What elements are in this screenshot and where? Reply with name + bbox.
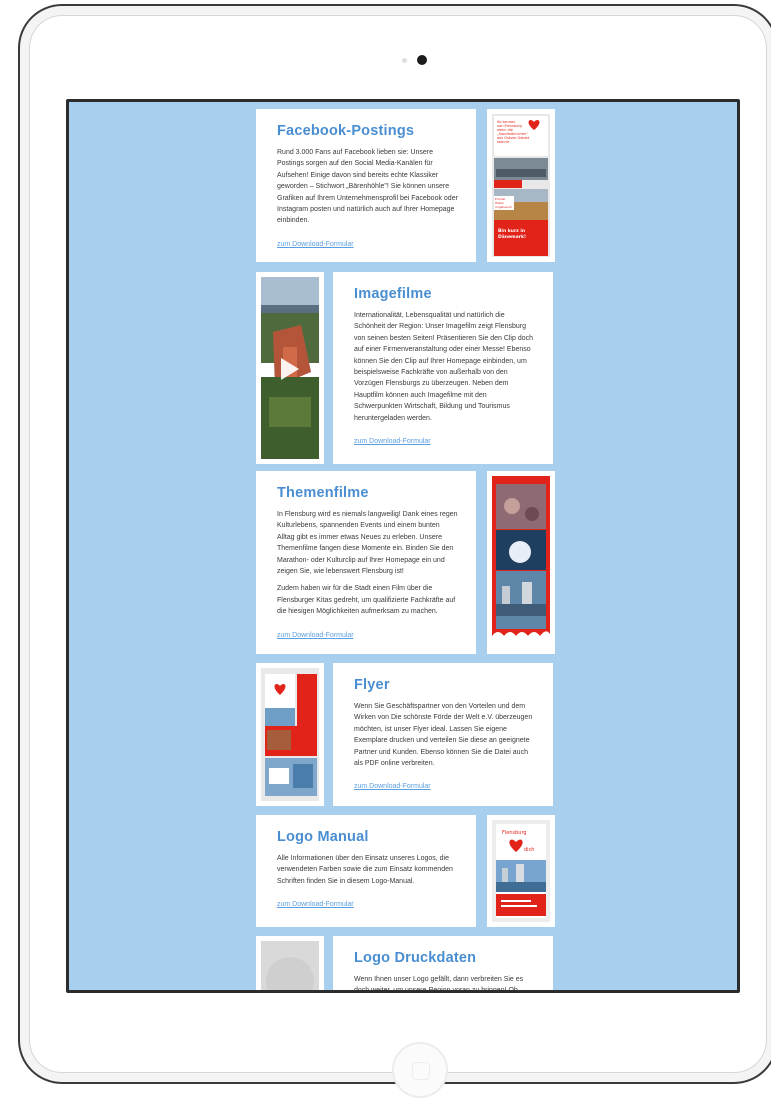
- section-flyer: Flyer Wenn Sie Geschäftspartner von den …: [333, 663, 553, 806]
- film-strip-collage-icon: [492, 476, 550, 649]
- download-form-link[interactable]: zum Download-Formular: [354, 438, 431, 445]
- section-text: Rund 3.000 Fans auf Facebook lieben sie:…: [277, 149, 458, 225]
- facebook-postings-thumbnail[interactable]: So kennen von Flensburg wenn die „Sandmä…: [487, 109, 555, 262]
- section-title: Facebook-Postings: [277, 123, 415, 139]
- section-title: Imagefilme: [354, 286, 432, 302]
- flyer-thumbnail[interactable]: [256, 663, 324, 806]
- logo-manual-thumbnail[interactable]: Flensburg dich: [487, 815, 555, 927]
- section-title: Logo Druckdaten: [354, 950, 477, 966]
- front-sensor: [402, 58, 407, 63]
- logo-manual-cover-icon: Flensburg dich: [492, 820, 550, 922]
- download-form-link[interactable]: zum Download-Formular: [277, 632, 354, 639]
- logo-druckdaten-thumbnail[interactable]: [256, 936, 324, 990]
- home-button[interactable]: [392, 1042, 448, 1098]
- thumb-bottom-line-1: Bin kurz in: [498, 228, 525, 234]
- section-title: Flyer: [354, 677, 390, 693]
- tablet-screen[interactable]: Facebook-Postings Rund 3.000 Fans auf Fa…: [66, 99, 740, 993]
- section-title: Themenfilme: [277, 485, 369, 501]
- section-logo-manual: Logo Manual Alle Informationen über den …: [256, 815, 476, 927]
- flyer-stack-icon: [261, 668, 319, 801]
- logo-text-line-1: Flensburg: [502, 830, 527, 836]
- section-facebook-postings: Facebook-Postings Rund 3.000 Fans auf Fa…: [256, 109, 476, 262]
- social-post-collage-icon: So kennen von Flensburg wenn die „Sandmä…: [492, 114, 550, 257]
- section-imagefilme: Imagefilme Internationalität, Lebensqual…: [333, 272, 553, 464]
- section-text: In Flensburg wird es niemals langweilig!…: [277, 511, 458, 576]
- themenfilme-thumbnail[interactable]: [487, 471, 555, 654]
- thumb-bottom-line-2: Dänemark!: [498, 234, 526, 240]
- thumb-mid-line-3: ringsherum: [495, 205, 512, 209]
- section-text: Wenn Sie Geschäftspartner von den Vortei…: [354, 703, 533, 768]
- thumb-top-line-6: kommt: [497, 140, 510, 144]
- download-form-link[interactable]: zum Download-Formular: [277, 241, 354, 248]
- imagefilme-thumbnail[interactable]: [256, 272, 324, 464]
- logo-print-data-icon: [261, 941, 319, 990]
- section-text: Wenn Ihnen unser Logo gefällt, dann verb…: [354, 976, 524, 993]
- front-camera: [417, 55, 427, 65]
- download-form-link[interactable]: zum Download-Formular: [277, 901, 354, 908]
- section-themenfilme: Themenfilme In Flensburg wird es niemals…: [256, 471, 476, 654]
- section-logo-druckdaten: Logo Druckdaten Wenn Ihnen unser Logo ge…: [333, 936, 553, 993]
- section-text: Zudem haben wir für die Stadt einen Film…: [277, 585, 456, 616]
- play-icon[interactable]: [280, 357, 300, 381]
- section-text: Internationalität, Lebensqualität und na…: [354, 312, 534, 422]
- logo-text-line-2: dich: [524, 847, 534, 853]
- section-text: Alle Informationen über den Einsatz unse…: [277, 855, 453, 885]
- home-square-icon: [412, 1062, 430, 1080]
- section-title: Logo Manual: [277, 829, 369, 845]
- download-form-link[interactable]: zum Download-Formular: [354, 783, 431, 790]
